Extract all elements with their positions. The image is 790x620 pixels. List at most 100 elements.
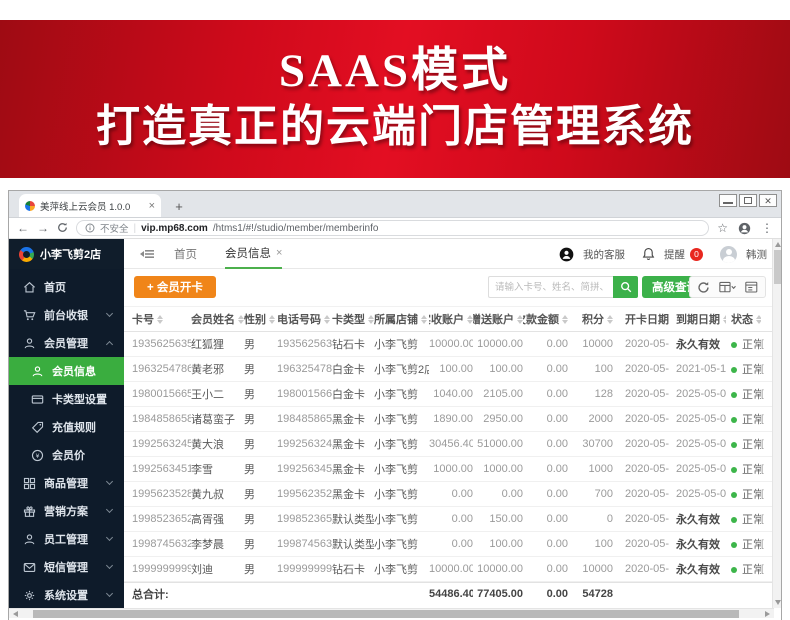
table-row[interactable]: 19800156652王小二男19800156652白金卡小李飞剪1040.00… <box>124 382 774 407</box>
bookmark-star-icon[interactable]: ☆ <box>717 221 728 235</box>
notice-label[interactable]: 提醒 <box>664 247 685 262</box>
cell-paid: 30456.40 <box>429 438 473 450</box>
browser-tab-title: 美萍线上云会员 1.0.0 <box>40 199 144 213</box>
cell-open-date: 2020-05-06 <box>613 388 669 400</box>
home-icon <box>23 281 36 294</box>
scroll-down-icon[interactable] <box>775 600 781 605</box>
reload-icon[interactable] <box>57 222 68 235</box>
sidebar-item-goods[interactable]: 商品管理 <box>9 469 124 497</box>
cell-paid: 100.00 <box>429 363 473 375</box>
scroll-up-icon[interactable] <box>775 242 781 247</box>
row-action-clipped: [ <box>761 514 771 525</box>
table-row[interactable]: 19985236523高胥强男19985236523默认类型小李飞剪0.0015… <box>124 507 774 532</box>
search-button[interactable] <box>613 276 638 298</box>
layout-icon[interactable] <box>745 281 758 294</box>
table-row[interactable]: 19632547869黄老邪男19632547869白金卡小李飞剪2店100.0… <box>124 357 774 382</box>
sidebar-item-home[interactable]: 首页 <box>9 273 124 301</box>
customer-service-label[interactable]: 我的客服 <box>583 247 625 262</box>
customer-service-icon[interactable] <box>559 247 574 262</box>
tab-member-info[interactable]: 会员信息 × <box>225 239 282 269</box>
profile-icon[interactable] <box>738 222 751 235</box>
status-dot <box>731 492 737 498</box>
search-group <box>488 276 638 298</box>
scroll-right-icon[interactable] <box>765 611 770 617</box>
table-row[interactable]: 19356256357红狐狸男19356256357钻石卡小李飞剪10000.0… <box>124 332 774 357</box>
sidebar-item-card-type[interactable]: 卡类型设置 <box>9 385 124 413</box>
column-header-points[interactable]: 积分 <box>568 311 613 327</box>
sidebar-item-settings[interactable]: 系统设置 <box>9 581 124 609</box>
member-icon <box>23 337 36 350</box>
cell-phone: 19987456325 <box>277 538 332 550</box>
table-row[interactable]: 19999999999刘迪男19999999999钻石卡小李飞剪10000.00… <box>124 557 774 582</box>
back-icon[interactable]: ← <box>17 222 29 234</box>
main-content: + 会员开卡 高级查询 卡号会员姓名性别电话号码卡类型所属店铺实收账户赠送账户欠… <box>124 269 774 608</box>
horizontal-scrollbar[interactable] <box>9 608 774 618</box>
search-input[interactable] <box>488 276 613 298</box>
sidebar-item-member-info[interactable]: 会员信息 <box>9 357 124 385</box>
vertical-scroll-thumb[interactable] <box>774 250 781 284</box>
tab-close-icon[interactable]: × <box>149 200 155 212</box>
forward-icon[interactable]: → <box>37 222 49 234</box>
table-row[interactable]: 19925632456黄大浪男19925632456黑金卡小李飞剪30456.4… <box>124 432 774 457</box>
app-header: 小李飞剪2店 首页 会员信息 × 我的客服 提醒 0 韩测 <box>9 239 781 269</box>
maximize-icon[interactable] <box>739 194 757 207</box>
column-header-card-no[interactable]: 卡号 <box>124 311 191 327</box>
columns-icon[interactable] <box>719 281 736 294</box>
refresh-icon[interactable] <box>697 281 710 294</box>
column-header-status[interactable]: 状态 <box>726 311 761 327</box>
sort-icon[interactable] <box>421 315 427 324</box>
table-row[interactable]: 19956235285黄九叔男19956235285黑金卡小李飞剪0.000.0… <box>124 482 774 507</box>
sidebar-item-member-price[interactable]: ¥会员价 <box>9 441 124 469</box>
cell-gift: 100.00 <box>473 363 523 375</box>
security-label: 不安全 <box>100 221 129 235</box>
sidebar-collapse-icon[interactable] <box>139 247 155 261</box>
column-header-store[interactable]: 所属店铺 <box>374 311 429 327</box>
table-row[interactable]: 19987456325李梦晨男19987456325默认类型小李飞剪0.0010… <box>124 532 774 557</box>
table-row[interactable]: 19925634512李雪男19925634512黑金卡小李飞剪1000.001… <box>124 457 774 482</box>
horizontal-scroll-thumb[interactable] <box>33 610 739 618</box>
column-header-phone[interactable]: 电话号码 <box>277 311 332 327</box>
sidebar-item-recharge-rule[interactable]: 充值规则 <box>9 413 124 441</box>
column-header-gift[interactable]: 赠送账户 <box>473 311 523 327</box>
column-header-paid[interactable]: 实收账户 <box>429 311 473 327</box>
vertical-scrollbar[interactable] <box>772 239 781 608</box>
url-bar[interactable]: 不安全 | vip.mp68.com/htms1/#!/studio/membe… <box>76 220 709 236</box>
column-header-name[interactable]: 会员姓名 <box>191 311 244 327</box>
scroll-left-icon[interactable] <box>13 611 18 617</box>
row-action-clipped: [ <box>761 464 771 475</box>
sidebar-item-cashier[interactable]: 前台收银 <box>9 301 124 329</box>
cell-card-type: 钻石卡 <box>332 561 374 577</box>
user-avatar[interactable] <box>720 246 737 263</box>
new-tab-button[interactable]: + <box>171 199 187 214</box>
column-header-debt[interactable]: 欠款金额 <box>523 311 568 327</box>
column-header-open-date[interactable]: 开卡日期 <box>613 311 669 327</box>
cell-phone: 19800156652 <box>277 388 332 400</box>
sidebar-item-label: 首页 <box>44 279 66 295</box>
user-name[interactable]: 韩测 <box>746 247 767 262</box>
sidebar-item-label: 会员信息 <box>52 363 96 379</box>
tab-close-icon[interactable]: × <box>276 247 282 259</box>
sidebar-item-marketing[interactable]: 营销方案 <box>9 497 124 525</box>
sidebar-item-sms[interactable]: 短信管理 <box>9 553 124 581</box>
bell-icon[interactable] <box>642 247 655 261</box>
sidebar-item-staff[interactable]: 员工管理 <box>9 525 124 553</box>
sort-icon[interactable] <box>324 315 330 324</box>
sort-icon[interactable] <box>756 315 761 324</box>
table-row[interactable]: 19848586585诸葛蛮子男19848586585黑金卡小李飞剪1890.0… <box>124 407 774 432</box>
browser-tab[interactable]: 美萍线上云会员 1.0.0 × <box>19 194 161 217</box>
minimize-icon[interactable] <box>719 194 737 207</box>
column-header-card-type[interactable]: 卡类型 <box>332 311 374 327</box>
cell-points: 128 <box>568 388 613 400</box>
close-icon[interactable]: ✕ <box>759 194 777 207</box>
sort-icon[interactable] <box>157 315 163 324</box>
cell-card-type: 黑金卡 <box>332 436 374 452</box>
sort-icon[interactable] <box>269 315 275 324</box>
new-member-card-button[interactable]: + 会员开卡 <box>134 276 216 298</box>
status-dot <box>731 467 737 473</box>
sidebar-item-member-mgmt[interactable]: 会员管理 <box>9 329 124 357</box>
browser-menu-icon[interactable]: ⋮ <box>761 221 773 235</box>
tab-home[interactable]: 首页 <box>174 239 197 269</box>
cell-gift: 1000.00 <box>473 463 523 475</box>
column-header-expire-date[interactable]: 到期日期 <box>669 311 726 327</box>
column-header-gender[interactable]: 性别 <box>244 311 277 327</box>
